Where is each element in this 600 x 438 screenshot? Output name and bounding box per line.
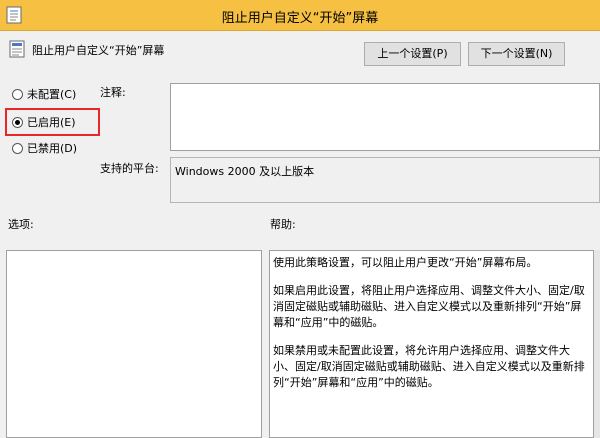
platform-value: Windows 2000 及以上版本 [175, 165, 315, 178]
platform-label: 支持的平台: [100, 162, 159, 175]
previous-setting-button[interactable]: 上一个设置(P) [364, 42, 461, 66]
platform-field: Windows 2000 及以上版本 [170, 157, 600, 203]
radio-label-not-configured: 未配置(C) [27, 88, 77, 101]
help-paragraph: 如果启用此设置，将阻止用户选择应用、调整文件大小、固定/取消固定磁贴或辅助磁贴、… [273, 284, 585, 329]
help-paragraph: 如果禁用或未配置此设置，将允许用户选择应用、调整文件大小、固定/取消固定磁贴或辅… [273, 344, 585, 389]
radio-button-icon[interactable] [12, 88, 23, 100]
help-label: 帮助: [270, 218, 296, 231]
help-scrollbar[interactable] [594, 250, 600, 438]
enabled-highlight-box [5, 108, 100, 136]
options-label: 选项: [8, 218, 34, 231]
help-paragraph: 使用此策略设置，可以阻止用户更改“开始”屏幕布局。 [273, 256, 538, 269]
radio-not-configured[interactable]: 未配置(C) [12, 86, 76, 102]
radio-disabled[interactable]: 已禁用(D) [12, 140, 77, 156]
comment-textarea[interactable] [170, 83, 600, 151]
policy-name: 阻止用户自定义“开始”屏幕 [32, 44, 165, 57]
policy-document-icon [9, 40, 25, 58]
next-setting-button[interactable]: 下一个设置(N) [468, 42, 565, 66]
radio-button-icon[interactable] [12, 142, 23, 154]
window-title: 阻止用户自定义“开始”屏幕 [221, 11, 379, 26]
radio-label-disabled: 已禁用(D) [27, 142, 78, 155]
options-panel [6, 250, 262, 438]
comment-label: 注释: [100, 86, 126, 99]
help-panel: 使用此策略设置，可以阻止用户更改“开始”屏幕布局。 如果启用此设置，将阻止用户选… [269, 250, 594, 438]
title-bar: 阻止用户自定义“开始”屏幕 [0, 0, 600, 31]
